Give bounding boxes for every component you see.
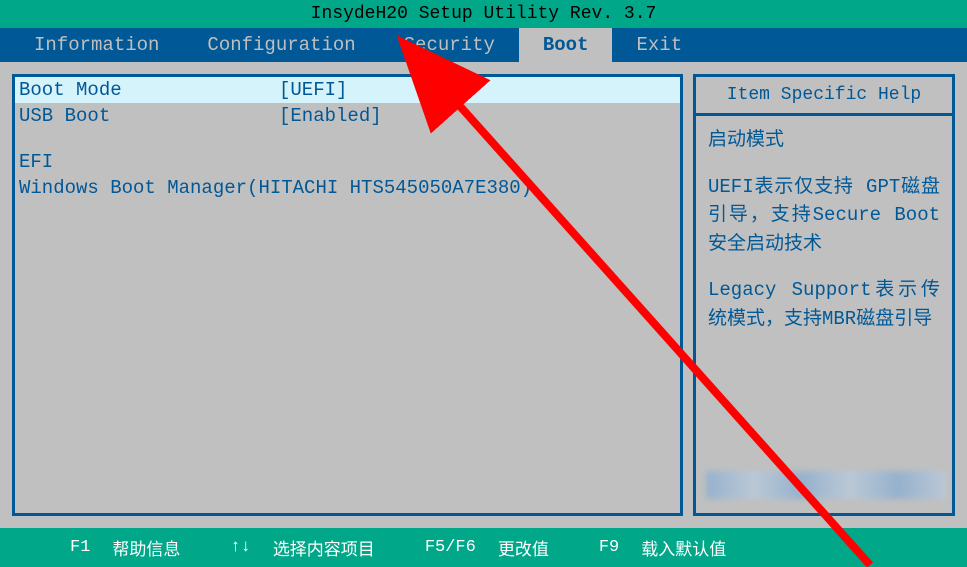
boot-mode-label: Boot Mode <box>19 79 279 101</box>
help-content: 启动模式 UEFI表示仅支持 GPT磁盘引导，支持Secure Boot安全启动… <box>696 116 952 361</box>
footer-desc-select: 选择内容项目 <box>273 535 375 561</box>
footer-key-f5f6: F5/F6 <box>425 538 476 557</box>
spacer <box>15 129 680 149</box>
footer-key-arrows: ↑↓ <box>230 538 250 557</box>
menu-information[interactable]: Information <box>10 28 183 62</box>
footer-bar: F1 帮助信息 ↑↓ 选择内容项目 F5/F6 更改值 F9 载入默认值 <box>0 528 967 567</box>
footer-key-f9: F9 <box>599 538 619 557</box>
content-area: Boot Mode [UEFI] USB Boot [Enabled] EFI … <box>0 62 967 528</box>
help-title: Item Specific Help <box>696 77 952 116</box>
efi-section-label: EFI <box>15 149 680 175</box>
menu-security[interactable]: Security <box>380 28 519 62</box>
footer-desc-help: 帮助信息 <box>112 535 180 561</box>
blurred-region <box>706 471 946 499</box>
help-p1: 启动模式 <box>708 126 940 155</box>
boot-entry[interactable]: Windows Boot Manager(HITACHI HTS545050A7… <box>15 175 680 201</box>
usb-boot-value: [Enabled] <box>279 105 676 127</box>
help-p3: Legacy Support表示传统模式，支持MBR磁盘引导 <box>708 276 940 333</box>
title-bar: InsydeH20 Setup Utility Rev. 3.7 <box>0 0 967 28</box>
menu-bar: Information Configuration Security Boot … <box>0 28 967 62</box>
footer-desc-change: 更改值 <box>498 535 549 561</box>
help-p2: UEFI表示仅支持 GPT磁盘引导，支持Secure Boot安全启动技术 <box>708 173 940 259</box>
usb-boot-label: USB Boot <box>19 105 279 127</box>
help-panel: Item Specific Help 启动模式 UEFI表示仅支持 GPT磁盘引… <box>693 74 955 516</box>
row-boot-mode[interactable]: Boot Mode [UEFI] <box>15 77 680 103</box>
boot-mode-value: [UEFI] <box>279 79 676 101</box>
footer-desc-default: 载入默认值 <box>641 535 726 561</box>
row-usb-boot[interactable]: USB Boot [Enabled] <box>15 103 680 129</box>
app-title: InsydeH20 Setup Utility Rev. 3.7 <box>311 4 657 24</box>
menu-boot[interactable]: Boot <box>519 28 613 62</box>
menu-exit[interactable]: Exit <box>612 28 706 62</box>
main-panel: Boot Mode [UEFI] USB Boot [Enabled] EFI … <box>12 74 683 516</box>
footer-key-f1: F1 <box>70 538 90 557</box>
menu-configuration[interactable]: Configuration <box>183 28 379 62</box>
